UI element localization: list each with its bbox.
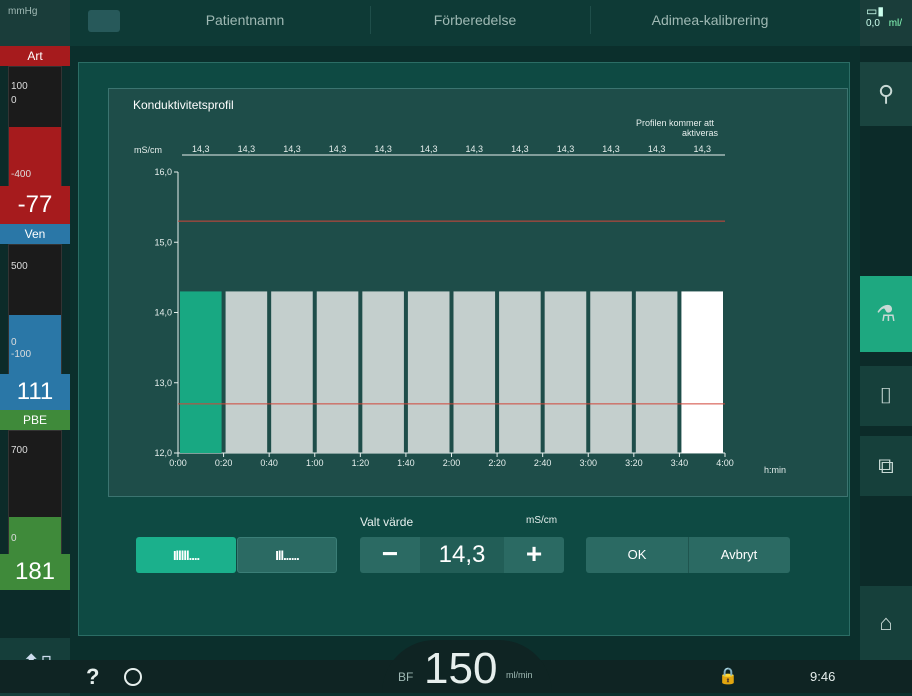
bar-value-label: 14,3 — [557, 144, 575, 154]
bar-value-label: 14,3 — [329, 144, 347, 154]
lock-icon[interactable]: 🔒 — [718, 666, 738, 686]
x-tick-label: 3:40 — [671, 458, 689, 468]
y-tick-label: 16,0 — [154, 167, 172, 177]
bf-unit: ml/min — [506, 670, 533, 680]
profile-bar — [225, 291, 268, 453]
profile-bar — [681, 291, 723, 453]
bar-value-label: 14,3 — [693, 144, 711, 154]
y-tick-label: 14,0 — [154, 308, 172, 318]
increase-button[interactable]: + — [504, 537, 564, 573]
x-tick-label: 3:20 — [625, 458, 643, 468]
x-tick-label: 3:00 — [579, 458, 597, 468]
profile-type-2-button[interactable]: Ill...... — [237, 537, 337, 573]
bar-value-label: 14,3 — [192, 144, 210, 154]
profile-bar — [635, 291, 678, 453]
bar-value-label: 14,3 — [374, 144, 392, 154]
x-tick-label: 1:20 — [352, 458, 370, 468]
bar-value-label: 14,3 — [602, 144, 620, 154]
value-stepper[interactable]: − 14,3 + — [360, 537, 564, 573]
profile-bar — [590, 291, 632, 453]
profile-type-1-button[interactable]: Illlll.... — [136, 537, 236, 573]
y-tick-label: 15,0 — [154, 237, 172, 247]
profile-bar — [362, 291, 404, 453]
decrease-button[interactable]: − — [360, 537, 420, 573]
x-tick-label: 1:40 — [397, 458, 415, 468]
selected-value[interactable]: 14,3 — [420, 537, 504, 573]
timer-icon[interactable] — [124, 668, 142, 686]
selected-value-unit: mS/cm — [526, 515, 558, 526]
y-tick-label: 12,0 — [154, 448, 172, 458]
bf-value: 150 — [424, 644, 498, 693]
x-tick-label: 0:40 — [260, 458, 278, 468]
bar-value-label: 14,3 — [420, 144, 438, 154]
profile-decreasing-icon: Illlll.... — [172, 547, 200, 563]
y-tick-label: 13,0 — [154, 378, 172, 388]
x-tick-label: 2:40 — [534, 458, 552, 468]
profile-bar — [407, 291, 450, 453]
bar-value-label: 14,3 — [648, 144, 666, 154]
x-tick-label: 4:00 — [716, 458, 734, 468]
bar-value-label: 14,3 — [238, 144, 256, 154]
profile-bar — [544, 291, 587, 453]
selected-value-label: Valt värde — [360, 515, 414, 529]
clock-time: 9:46 — [810, 669, 836, 684]
profile-bar — [316, 291, 359, 453]
profile-bar — [453, 291, 496, 453]
ok-button[interactable]: OK — [586, 537, 689, 573]
cancel-button[interactable]: Avbryt — [688, 537, 790, 573]
ok-cancel-group: OK Avbryt — [586, 537, 790, 573]
blood-flow[interactable]: BF 150 ml/min — [382, 640, 552, 693]
x-tick-label: 2:20 — [488, 458, 506, 468]
profile-bar — [499, 291, 541, 453]
bar-value-label: 14,3 — [283, 144, 301, 154]
profile-step-icon: Ill...... — [275, 547, 299, 563]
help-button[interactable]: ? — [86, 664, 99, 690]
profile-bar — [271, 291, 313, 453]
x-tick-label: 2:00 — [443, 458, 461, 468]
x-tick-label: 0:00 — [169, 458, 187, 468]
bf-label: BF — [398, 670, 414, 684]
x-tick-label: 1:00 — [306, 458, 324, 468]
x-tick-label: 0:20 — [215, 458, 233, 468]
profile-bar[interactable] — [180, 291, 222, 453]
bar-value-label: 14,3 — [511, 144, 529, 154]
conductivity-chart[interactable]: 16,0 15,0 14,0 13,0 12,00:00 0:20 0:40 1:00 1:20… — [0, 0, 912, 693]
bar-value-label: 14,3 — [466, 144, 484, 154]
